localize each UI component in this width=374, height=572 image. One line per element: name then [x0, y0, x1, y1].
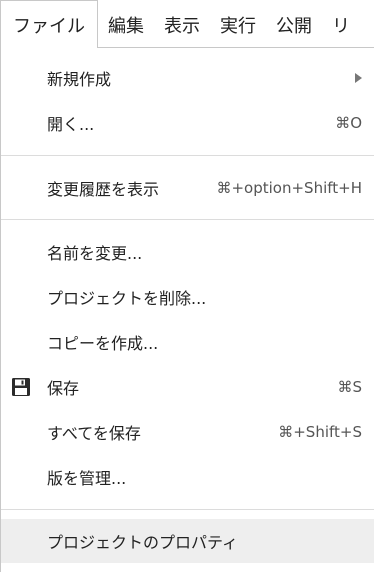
submenu-arrow-icon: [355, 73, 362, 83]
menu-item-new[interactable]: 新規作成: [1, 56, 374, 100]
menu-item-new-label: 新規作成: [47, 70, 112, 89]
menu-item-rename-label: 名前を変更...: [47, 244, 143, 263]
menu-item-versions[interactable]: 版を管理...: [1, 455, 374, 499]
menu-item-open[interactable]: 開く... ⌘O: [1, 101, 374, 145]
menu-item-rename[interactable]: 名前を変更...: [1, 230, 374, 274]
menu-item-versions-label: 版を管理...: [47, 469, 127, 488]
menu-item-save-all-label: すべてを保存: [47, 424, 141, 443]
menu-edit[interactable]: 編集: [98, 2, 154, 48]
menu-item-copy-label: コピーを作成...: [47, 334, 159, 353]
menu-item-open-label: 開く...: [47, 115, 95, 134]
menubar: ファイル 編集 表示 実行 公開 リ: [0, 0, 374, 48]
menu-item-delete[interactable]: プロジェクトを削除...: [1, 275, 374, 319]
menu-item-history[interactable]: 変更履歴を表示 ⌘+option+Shift+H: [1, 166, 374, 210]
menu-item-properties[interactable]: プロジェクトのプロパティ: [1, 519, 374, 563]
menu-item-save-all-shortcut: ⌘+Shift+S: [278, 423, 362, 441]
menu-resources[interactable]: リ: [322, 2, 360, 48]
menu-item-save-all[interactable]: すべてを保存 ⌘+Shift+S: [1, 410, 374, 454]
menu-file[interactable]: ファイル: [0, 0, 98, 48]
floppy-disk-icon: [12, 378, 30, 396]
menu-item-save[interactable]: 保存 ⌘S: [1, 365, 374, 409]
menu-item-copy[interactable]: コピーを作成...: [1, 320, 374, 364]
menu-view[interactable]: 表示: [154, 2, 210, 48]
menu-item-delete-label: プロジェクトを削除...: [47, 289, 207, 308]
menu-publish[interactable]: 公開: [266, 2, 322, 48]
menu-item-history-shortcut: ⌘+option+Shift+H: [216, 179, 362, 197]
menu-item-open-shortcut: ⌘O: [335, 114, 362, 132]
menu-item-history-label: 変更履歴を表示: [47, 180, 160, 199]
menu-separator: [1, 509, 374, 510]
file-menu-dropdown: 新規作成 開く... ⌘O 変更履歴を表示 ⌘+option+Shift+H 名…: [0, 47, 374, 572]
menu-separator: [1, 219, 374, 220]
menu-item-properties-label: プロジェクトのプロパティ: [47, 533, 239, 552]
menu-item-save-label: 保存: [47, 379, 80, 398]
menu-run[interactable]: 実行: [210, 2, 266, 48]
menu-separator: [1, 155, 374, 156]
menu-item-save-shortcut: ⌘S: [337, 378, 362, 396]
